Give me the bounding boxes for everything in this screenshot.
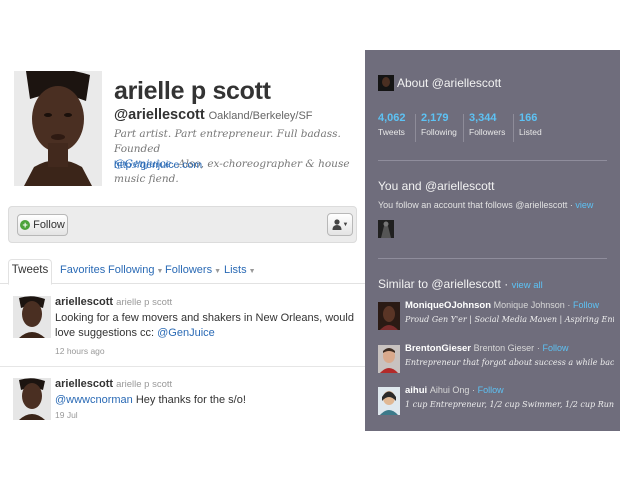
similar-title-text: Similar to @ariellescott	[378, 277, 501, 291]
you-and-description: You follow an account that follows @arie…	[378, 200, 593, 210]
similar-follow-link[interactable]: Follow	[573, 300, 599, 310]
tweet-text: @wwwcnorman Hey thanks for the s/o!	[55, 393, 355, 408]
chevron-down-icon: ▼	[248, 268, 256, 275]
section-divider	[378, 258, 607, 259]
tab-favorites[interactable]: Favorites	[60, 260, 105, 283]
similar-bio: Proud Gen Y'er | Social Media Maven | As…	[405, 315, 614, 324]
stat-listed[interactable]: 166 Listed	[519, 112, 542, 137]
profile-url-link[interactable]: http://genjuice.com	[114, 159, 202, 171]
tab-tweets-label: Tweets	[11, 264, 49, 276]
tweet-timestamp[interactable]: 19 Jul	[55, 410, 78, 420]
tweet-mention-link[interactable]: @GenJuice	[157, 327, 215, 339]
tweet-username[interactable]: ariellescott	[55, 378, 113, 390]
profile-handle: @ariellescott	[114, 107, 205, 123]
stat-tweets-label: Tweets	[378, 127, 405, 137]
profile-avatar[interactable]	[14, 71, 102, 186]
follow-button[interactable]: + Follow	[17, 214, 68, 236]
similar-realname: Monique Johnson	[493, 300, 565, 310]
about-title: About @ariellescott	[397, 76, 502, 90]
tweet-header: ariellescott arielle p scott	[55, 378, 172, 390]
similar-realname: Brenton Gieser	[473, 343, 535, 353]
tweet-avatar[interactable]	[13, 378, 51, 420]
tab-following[interactable]: Following ▼	[108, 260, 163, 283]
tweet-divider	[0, 366, 365, 367]
stat-listed-label: Listed	[519, 127, 542, 137]
similar-follow-link[interactable]: Follow	[478, 385, 504, 395]
tab-favorites-label: Favorites	[60, 264, 106, 276]
profile-location: Oakland/Berkeley/SF	[208, 110, 313, 122]
stat-tweets[interactable]: 4,062 Tweets	[378, 112, 406, 137]
profile-dashboard: About @ariellescott 4,062 Tweets 2,179 F…	[365, 50, 620, 431]
similar-account-header: MoniqueOJohnson Monique Johnson · Follow	[405, 300, 600, 311]
similar-username[interactable]: BrentonGieser	[405, 343, 471, 354]
similar-account-avatar[interactable]	[378, 387, 400, 415]
chevron-down-icon: ▼	[156, 268, 164, 275]
tweet-text: Looking for a few movers and shakers in …	[55, 311, 355, 341]
section-divider	[378, 160, 607, 161]
tab-followers-label: Followers	[165, 264, 213, 276]
stat-following-label: Following	[421, 127, 457, 137]
similar-account-header: aihui Aihui Ong · Follow	[405, 385, 504, 396]
similar-username[interactable]: MoniqueOJohnson	[405, 300, 491, 311]
tweet-header: ariellescott arielle p scott	[55, 296, 172, 308]
similar-account-avatar[interactable]	[378, 302, 400, 330]
tab-tweets[interactable]: Tweets	[8, 259, 52, 285]
stat-followers[interactable]: 3,344 Followers	[469, 112, 505, 137]
user-actions-menu-button[interactable]: ▼	[327, 213, 353, 236]
similar-account-avatar[interactable]	[378, 345, 400, 373]
profile-main-column: arielle p scott @ariellescott Oakland/Be…	[0, 50, 365, 431]
tweet-body: Hey thanks for the s/o!	[132, 394, 246, 406]
you-and-view-link[interactable]: view	[575, 200, 593, 210]
similar-bio: Entrepreneur that forgot about success a…	[405, 358, 614, 367]
tweet-username[interactable]: ariellescott	[55, 296, 113, 308]
similar-realname: Aihui Ong	[429, 385, 470, 395]
chevron-down-icon: ▼	[342, 221, 349, 228]
tweet-mention-link[interactable]: @wwwcnorman	[55, 394, 133, 406]
similar-bio: 1 cup Entrepreneur, 1/2 cup Swimmer, 1/2…	[405, 400, 614, 409]
similar-username[interactable]: aihui	[405, 385, 427, 396]
tab-following-label: Following	[108, 264, 155, 276]
stat-followers-value: 3,344	[469, 112, 497, 124]
stat-divider	[513, 114, 514, 142]
tweet-realname: arielle p scott	[116, 379, 173, 390]
you-and-text: You follow an account that follows @arie…	[378, 200, 576, 210]
similar-view-all-link[interactable]: view all	[512, 280, 543, 291]
profile-action-bar: + Follow ▼	[8, 206, 357, 243]
profile-tabs: Tweets Favorites Following ▼ Followers ▼ L…	[0, 258, 365, 285]
tab-lists[interactable]: Lists ▼	[224, 260, 256, 283]
mutual-follow-avatar[interactable]	[378, 220, 394, 238]
stat-divider	[415, 114, 416, 142]
follow-plus-icon: +	[20, 220, 31, 230]
profile-name: arielle p scott	[114, 77, 271, 105]
profile-handle-line: @ariellescott Oakland/Berkeley/SF	[114, 106, 313, 123]
stat-divider	[463, 114, 464, 142]
about-account-icon	[378, 75, 394, 91]
user-menu-icon	[332, 219, 342, 230]
similar-follow-link[interactable]: Follow	[542, 343, 568, 353]
similar-account-header: BrentonGieser Brenton Gieser · Follow	[405, 343, 569, 354]
chevron-down-icon: ▼	[214, 268, 222, 275]
tweet-realname: arielle p scott	[116, 297, 173, 308]
you-and-title: You and @ariellescott	[378, 179, 495, 193]
tab-lists-label: Lists	[224, 264, 247, 276]
tab-followers[interactable]: Followers ▼	[165, 260, 221, 283]
bio-text: Part artist. Part entrepreneur. Full bad…	[114, 128, 341, 155]
similar-title: Similar to @ariellescott · view all	[378, 277, 543, 291]
stat-listed-value: 166	[519, 112, 538, 124]
stat-followers-label: Followers	[469, 127, 506, 137]
follow-button-label: Follow	[33, 219, 65, 231]
stat-following-value: 2,179	[421, 112, 449, 124]
profile-bio: Part artist. Part entrepreneur. Full bad…	[114, 127, 359, 187]
stat-tweets-value: 4,062	[378, 112, 406, 124]
stat-following[interactable]: 2,179 Following	[421, 112, 457, 137]
tweet-avatar[interactable]	[13, 296, 51, 338]
tweet-timestamp[interactable]: 12 hours ago	[55, 346, 105, 356]
